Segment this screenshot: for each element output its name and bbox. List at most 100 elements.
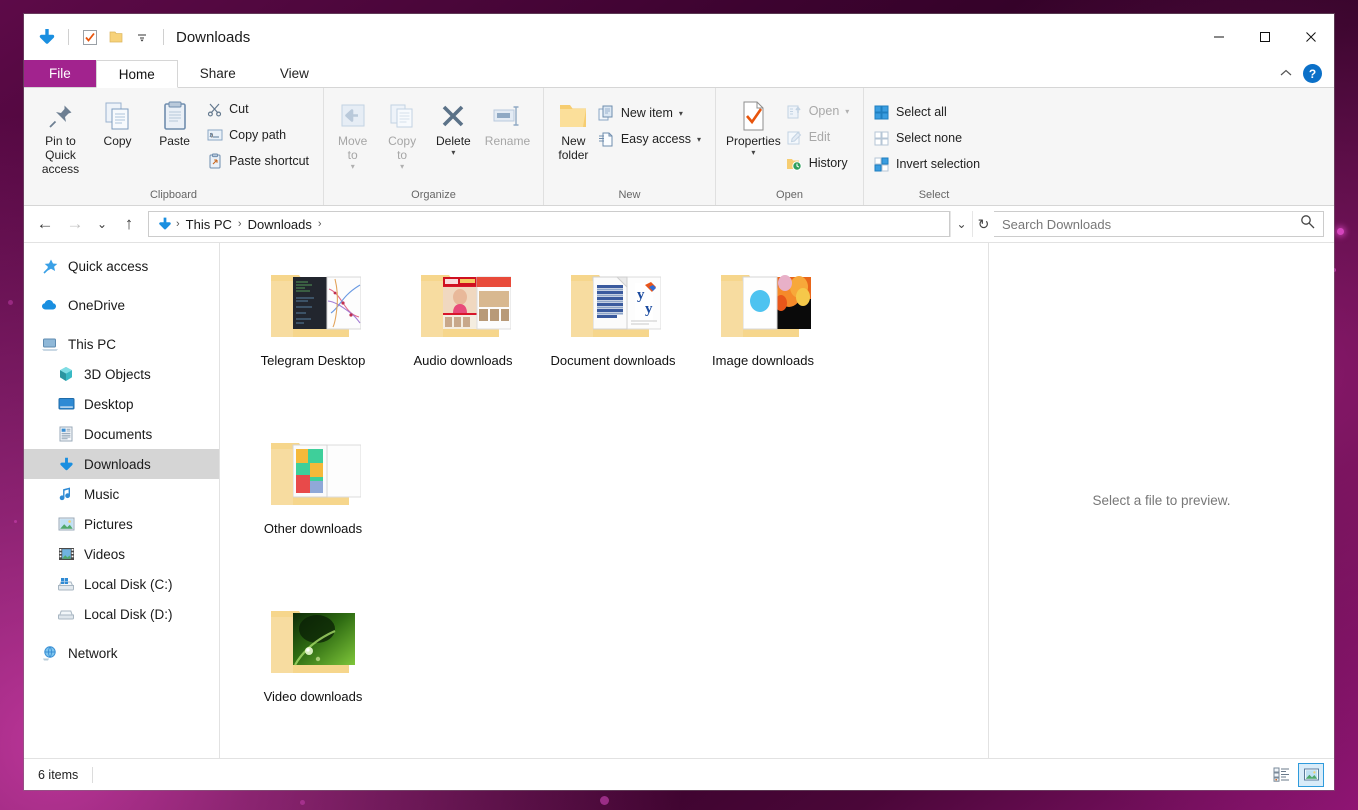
large-icons-view-button[interactable] — [1298, 762, 1324, 787]
delete-x-icon — [439, 98, 467, 134]
tab-home[interactable]: Home — [95, 60, 178, 88]
documents-icon — [56, 424, 76, 444]
file-item[interactable]: Video downloads — [238, 593, 388, 758]
tab-file[interactable]: File — [24, 60, 96, 87]
sidebar-label-documents: Documents — [84, 426, 153, 442]
new-small-commands: New item ▾ Easy access ▾ — [595, 94, 707, 152]
sidebar-item-onedrive[interactable]: OneDrive — [24, 290, 219, 320]
chevron-down-icon[interactable] — [129, 24, 155, 50]
back-button[interactable]: ← — [30, 210, 60, 238]
sidebar-item-downloads[interactable]: Downloads — [24, 449, 219, 479]
ribbon: Pin to Quick access Copy Paste Cut \\ Co… — [24, 88, 1334, 206]
paste-button[interactable]: Paste — [146, 94, 203, 152]
sidebar-gap-1 — [24, 281, 219, 290]
folder-icon-image-downloads — [715, 263, 811, 345]
file-item[interactable]: Image downloads — [688, 257, 838, 425]
easy-access-label: Easy access — [620, 132, 691, 146]
move-to-button[interactable]: Move to ▾ — [328, 94, 377, 176]
search-input[interactable]: Search Downloads — [1002, 217, 1300, 232]
breadcrumb-downloads[interactable]: Downloads — [243, 217, 317, 232]
new-item-icon — [598, 105, 615, 122]
sidebar-item-pictures[interactable]: Pictures — [24, 509, 219, 539]
address-field[interactable]: › This PC › Downloads › — [148, 211, 950, 237]
tab-view[interactable]: View — [258, 60, 331, 87]
downloads-arrow-icon[interactable] — [34, 24, 60, 50]
properties-button[interactable]: Properties ▾ — [724, 94, 783, 162]
sidebar-item-documents[interactable]: Documents — [24, 419, 219, 449]
easy-access-icon — [598, 131, 615, 148]
up-button[interactable]: ↑ — [114, 210, 144, 238]
ribbon-group-open: Properties ▾ Open ▾ Edit History Open — [716, 88, 864, 205]
sidebar-item-network[interactable]: Network — [24, 638, 219, 668]
new-folder-button[interactable]: New folder — [552, 94, 595, 166]
open-button[interactable]: Open ▾ — [783, 98, 856, 124]
sidebar-gap-2 — [24, 320, 219, 329]
paste-icon — [160, 98, 190, 134]
copy-to-button[interactable]: Copy to ▾ — [377, 94, 426, 176]
file-item[interactable]: Telegram Desktop — [238, 257, 388, 425]
edit-label: Edit — [808, 130, 831, 144]
sidebar-item-videos[interactable]: Videos — [24, 539, 219, 569]
main-area: Quick access OneDrive This PC 3D Objects… — [24, 242, 1334, 758]
sidebar-item-local-disk-c[interactable]: Local Disk (C:) — [24, 569, 219, 599]
sidebar-item-this-pc[interactable]: This PC — [24, 329, 219, 359]
new-item-button[interactable]: New item ▾ — [595, 100, 707, 126]
details-view-button[interactable] — [1268, 763, 1294, 787]
folder-icon[interactable] — [103, 24, 129, 50]
collapse-ribbon-button[interactable] — [1279, 65, 1293, 83]
navigation-pane: Quick access OneDrive This PC 3D Objects… — [24, 243, 220, 758]
select-commands: Select all Select none Invert selection — [870, 94, 986, 177]
checklist-icon[interactable] — [77, 24, 103, 50]
file-item[interactable]: Audio downloads — [388, 257, 538, 425]
drive-icon — [56, 604, 76, 624]
sidebar-item-music[interactable]: Music — [24, 479, 219, 509]
search-icon[interactable] — [1300, 214, 1315, 234]
sidebar-item-quick-access[interactable]: Quick access — [24, 251, 219, 281]
ribbon-group-clipboard: Pin to Quick access Copy Paste Cut \\ Co… — [24, 88, 324, 205]
maximize-button[interactable] — [1242, 14, 1288, 60]
pin-to-quick-access-button[interactable]: Pin to Quick access — [32, 94, 89, 180]
rename-button[interactable]: Rename — [480, 94, 535, 152]
file-item[interactable]: y y Document downloads — [538, 257, 688, 425]
rename-icon — [491, 98, 523, 134]
edit-button[interactable]: Edit — [783, 124, 856, 150]
copy-button[interactable]: Copy — [89, 94, 146, 152]
select-none-button[interactable]: Select none — [870, 125, 986, 151]
help-button[interactable]: ? — [1303, 64, 1322, 83]
forward-button[interactable]: → — [60, 210, 90, 238]
breadcrumb-this-pc[interactable]: This PC — [181, 217, 237, 232]
cut-button[interactable]: Cut — [203, 96, 315, 122]
paste-shortcut-button[interactable]: Paste shortcut — [203, 148, 315, 174]
delete-button[interactable]: Delete ▾ — [427, 94, 480, 162]
easy-access-button[interactable]: Easy access ▾ — [595, 126, 707, 152]
breadcrumb-separator-2[interactable]: › — [317, 218, 323, 230]
delete-caret[interactable]: ▾ — [451, 148, 455, 157]
pin-to-quick-access-label: Pin to Quick access — [41, 134, 80, 177]
select-all-button[interactable]: Select all — [870, 99, 986, 125]
address-bar-actions: ⌄ ↻ Search Downloads — [950, 211, 1324, 237]
file-name: Video downloads — [263, 689, 363, 704]
copy-path-button[interactable]: \\ Copy path — [203, 122, 315, 148]
history-button[interactable]: History — [783, 150, 856, 176]
file-list[interactable]: Telegram Desktop Audio downloads y y Doc… — [220, 243, 988, 758]
sidebar-item-3d-objects[interactable]: 3D Objects — [24, 359, 219, 389]
invert-selection-label: Invert selection — [896, 157, 981, 171]
ribbon-group-organize: Move to ▾ Copy to ▾ Delete ▾ Rename Orga… — [324, 88, 544, 205]
minimize-button[interactable] — [1196, 14, 1242, 60]
address-dropdown-button[interactable]: ⌄ — [950, 211, 972, 237]
recent-locations-button[interactable]: ⌄ — [90, 210, 114, 238]
cube-icon — [56, 364, 76, 384]
toolbar-divider — [68, 29, 69, 45]
pin-icon — [46, 98, 76, 134]
invert-selection-button[interactable]: Invert selection — [870, 151, 986, 177]
folder-icon-audio-downloads — [415, 263, 512, 345]
close-button[interactable] — [1288, 14, 1334, 60]
sidebar-item-desktop[interactable]: Desktop — [24, 389, 219, 419]
properties-caret[interactable]: ▾ — [751, 148, 755, 157]
search-box[interactable]: Search Downloads — [994, 211, 1324, 237]
refresh-button[interactable]: ↻ — [972, 211, 994, 237]
tab-share[interactable]: Share — [178, 60, 258, 87]
svg-text:y: y — [645, 301, 653, 317]
sidebar-item-local-disk-d[interactable]: Local Disk (D:) — [24, 599, 219, 629]
file-item[interactable]: Other downloads — [238, 425, 388, 593]
